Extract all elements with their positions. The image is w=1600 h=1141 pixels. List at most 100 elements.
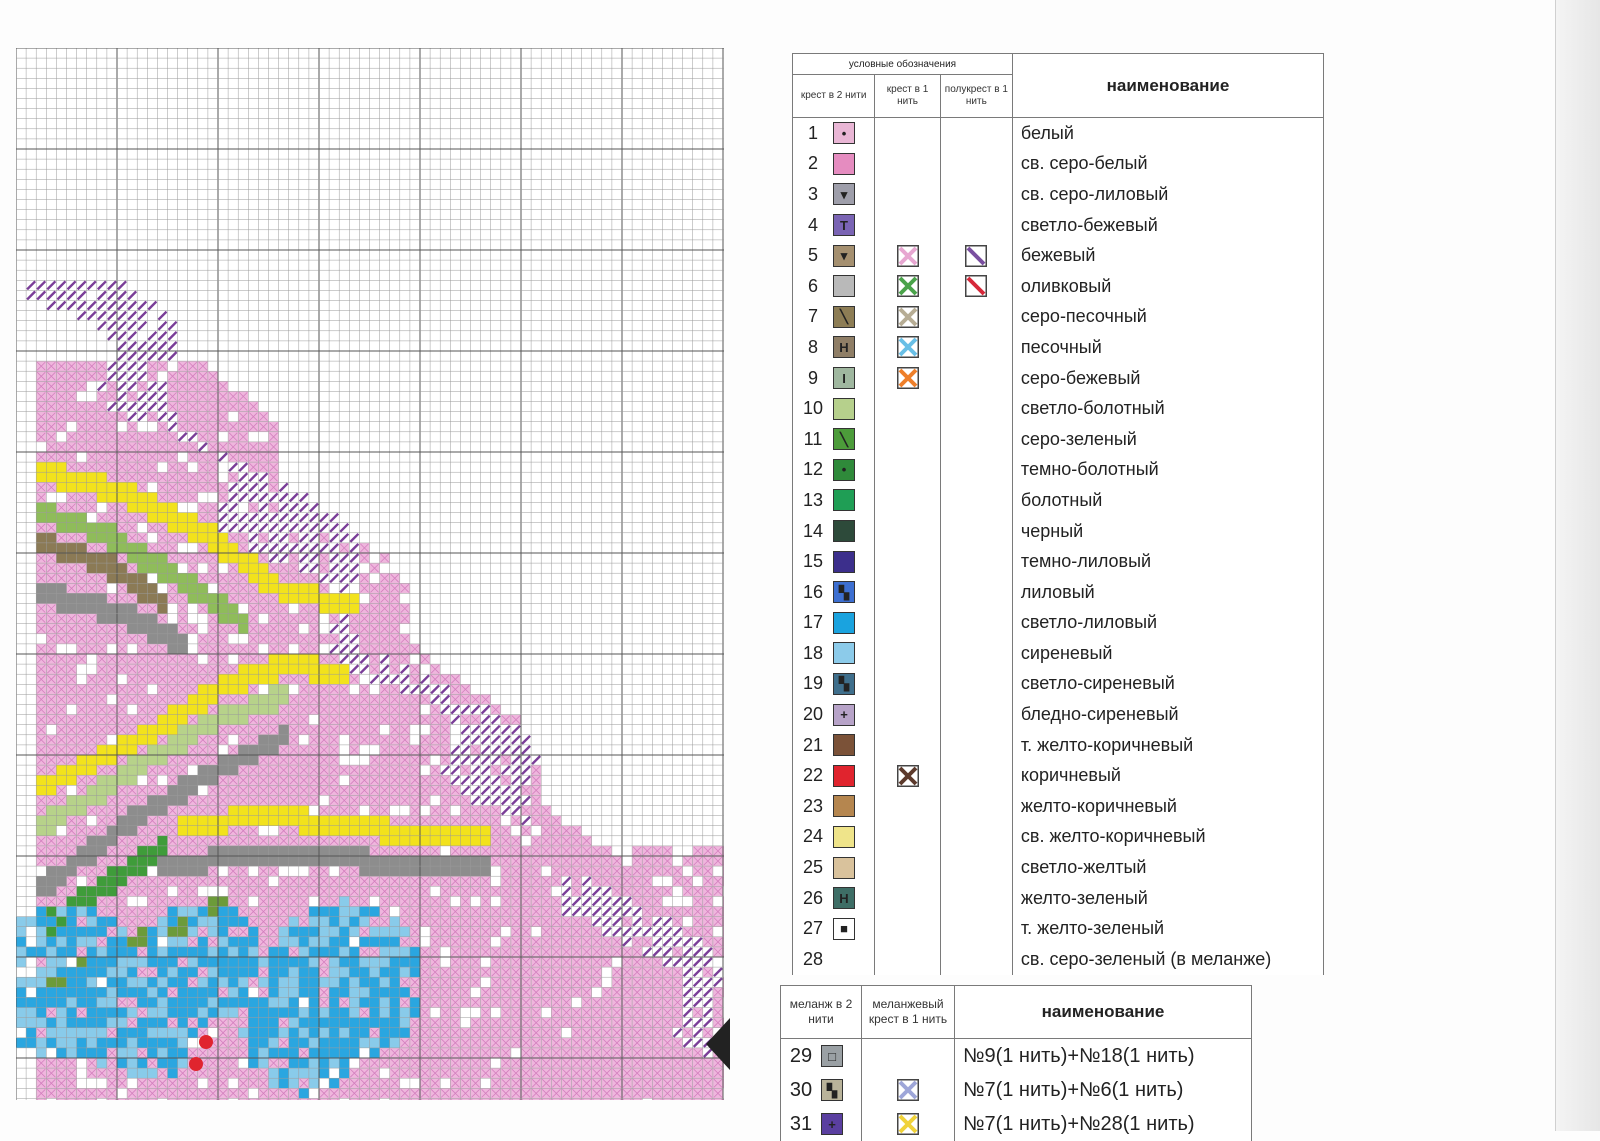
legend-row-cross1 [875, 332, 940, 363]
legend-row-cross1 [875, 210, 940, 241]
cross-stitch-icon [897, 367, 919, 389]
legend-color-name: св. серо-зеленый (в меланже) [1013, 949, 1271, 970]
legend-row-symbol: 26H [793, 883, 874, 914]
legend-row-half [941, 363, 1012, 394]
legend-col-cross1: крест в 1 нить [875, 75, 941, 118]
legend-color-name: болотный [1013, 490, 1102, 511]
legend-row-half [941, 822, 1012, 853]
legend-row-name: св. серо-лиловый [1013, 179, 1323, 210]
legend-row-name: темно-болотный [1013, 455, 1323, 486]
cross-stitch-icon [897, 306, 919, 328]
legend-column-half [940, 118, 1012, 975]
legend-row-cross1 [875, 149, 940, 180]
pattern-grid [16, 48, 724, 1100]
legend-color-name: св. серо-белый [1013, 153, 1148, 174]
legend-row-symbol: 14 [793, 516, 874, 547]
legend-row-half [941, 302, 1012, 333]
legend-row-number: 26 [793, 888, 833, 909]
legend-row-symbol: 22 [793, 760, 874, 791]
legend-row-symbol: 6 [793, 271, 874, 302]
cross-stitch-icon [897, 336, 919, 358]
legend-row-number: 4 [793, 215, 833, 236]
legend-row-half [941, 485, 1012, 516]
legend-swatch [833, 765, 855, 787]
legend-row-name: оливковый [1013, 271, 1323, 302]
legend-row-half [941, 577, 1012, 608]
legend-row-symbol: 25 [793, 852, 874, 883]
legend2-row-symbol: 30▚ [781, 1073, 861, 1107]
legend-swatch: ■ [833, 918, 855, 940]
legend-row-number: 15 [793, 551, 833, 572]
legend-swatch: T [833, 214, 855, 236]
legend2-swatch: □ [821, 1045, 843, 1067]
legend-column-cross1 [875, 118, 941, 975]
legend-row-half [941, 516, 1012, 547]
legend-swatch [833, 489, 855, 511]
half-stitch-icon [965, 245, 987, 267]
legend-row-half [941, 179, 1012, 210]
legend-row-number: 16 [793, 582, 833, 603]
legend-row-symbol: 28 [793, 944, 874, 975]
legend-col-name: наименование [1012, 54, 1323, 118]
legend-row-symbol: 13 [793, 485, 874, 516]
legend-color-name: светло-сиреневый [1013, 673, 1175, 694]
legend-row-symbol: 27■ [793, 913, 874, 944]
legend-row-cross1 [875, 577, 940, 608]
legend-row-number: 13 [793, 490, 833, 511]
legend-row-cross1 [875, 271, 940, 302]
legend-row-number: 19 [793, 673, 833, 694]
legend-col-half: полукрест в 1 нить [940, 75, 1012, 118]
legend-row-half [941, 883, 1012, 914]
legend-color-name: св. серо-лиловый [1013, 184, 1168, 205]
legend-column-names: белыйсв. серо-белыйсв. серо-лиловыйсветл… [1012, 118, 1323, 975]
legend-row-symbol: 16▚ [793, 577, 874, 608]
legend-swatch: • [833, 459, 855, 481]
legend-row-name: св. желто-коричневый [1013, 822, 1323, 853]
legend-row-symbol: 21 [793, 730, 874, 761]
legend-swatch [833, 612, 855, 634]
legend-swatch: H [833, 887, 855, 909]
legend-swatch [833, 734, 855, 756]
legend-row-name: светло-болотный [1013, 393, 1323, 424]
legend2-column-names: №9(1 нить)+№18(1 нить)№7(1 нить)+№6(1 ни… [955, 1039, 1252, 1141]
legend-row-number: 9 [793, 368, 833, 389]
legend-row-name: коричневый [1013, 760, 1323, 791]
legend-color-name: бледно-сиреневый [1013, 704, 1179, 725]
legend-row-cross1 [875, 516, 940, 547]
legend-row-symbol: 24 [793, 822, 874, 853]
half-stitch-icon [965, 275, 987, 297]
legend-row-half [941, 699, 1012, 730]
legend-row-cross1 [875, 455, 940, 486]
legend-swatch: H [833, 336, 855, 358]
legend2-row-cross1 [862, 1107, 954, 1141]
legend-row-half [941, 913, 1012, 944]
legend-color-name: серо-песочный [1013, 306, 1147, 327]
legend2-row-number: 31 [781, 1113, 821, 1136]
legend-row-half [941, 638, 1012, 669]
legend-swatch [833, 642, 855, 664]
legend-swatch: • [833, 122, 855, 144]
legend2-row-cross1 [862, 1073, 954, 1107]
legend-row-symbol: 4T [793, 210, 874, 241]
legend-row-name: т. желто-коричневый [1013, 730, 1323, 761]
legend-swatch: I [833, 367, 855, 389]
legend-row-number: 2 [793, 153, 833, 174]
legend-row-name: бежевый [1013, 240, 1323, 271]
legend-swatch [833, 551, 855, 573]
legend-row-number: 18 [793, 643, 833, 664]
legend-row-name: бледно-сиреневый [1013, 699, 1323, 730]
legend2-formula: №7(1 нить)+№28(1 нить) [955, 1113, 1195, 1136]
legend-row-number: 20 [793, 704, 833, 725]
legend-row-cross1 [875, 179, 940, 210]
legend-swatch: ▚ [833, 673, 855, 695]
legend-row-name: песочный [1013, 332, 1323, 363]
legend-row-symbol: 7╲ [793, 302, 874, 333]
melange-cross-icon [897, 1113, 919, 1135]
legend-row-number: 3 [793, 184, 833, 205]
legend-swatch: ╲ [833, 428, 855, 450]
legend-row-cross1 [875, 760, 940, 791]
legend-row-cross1 [875, 240, 940, 271]
legend-row-number: 10 [793, 398, 833, 419]
legend-row-number: 22 [793, 765, 833, 786]
legend-row-symbol: 2 [793, 149, 874, 180]
